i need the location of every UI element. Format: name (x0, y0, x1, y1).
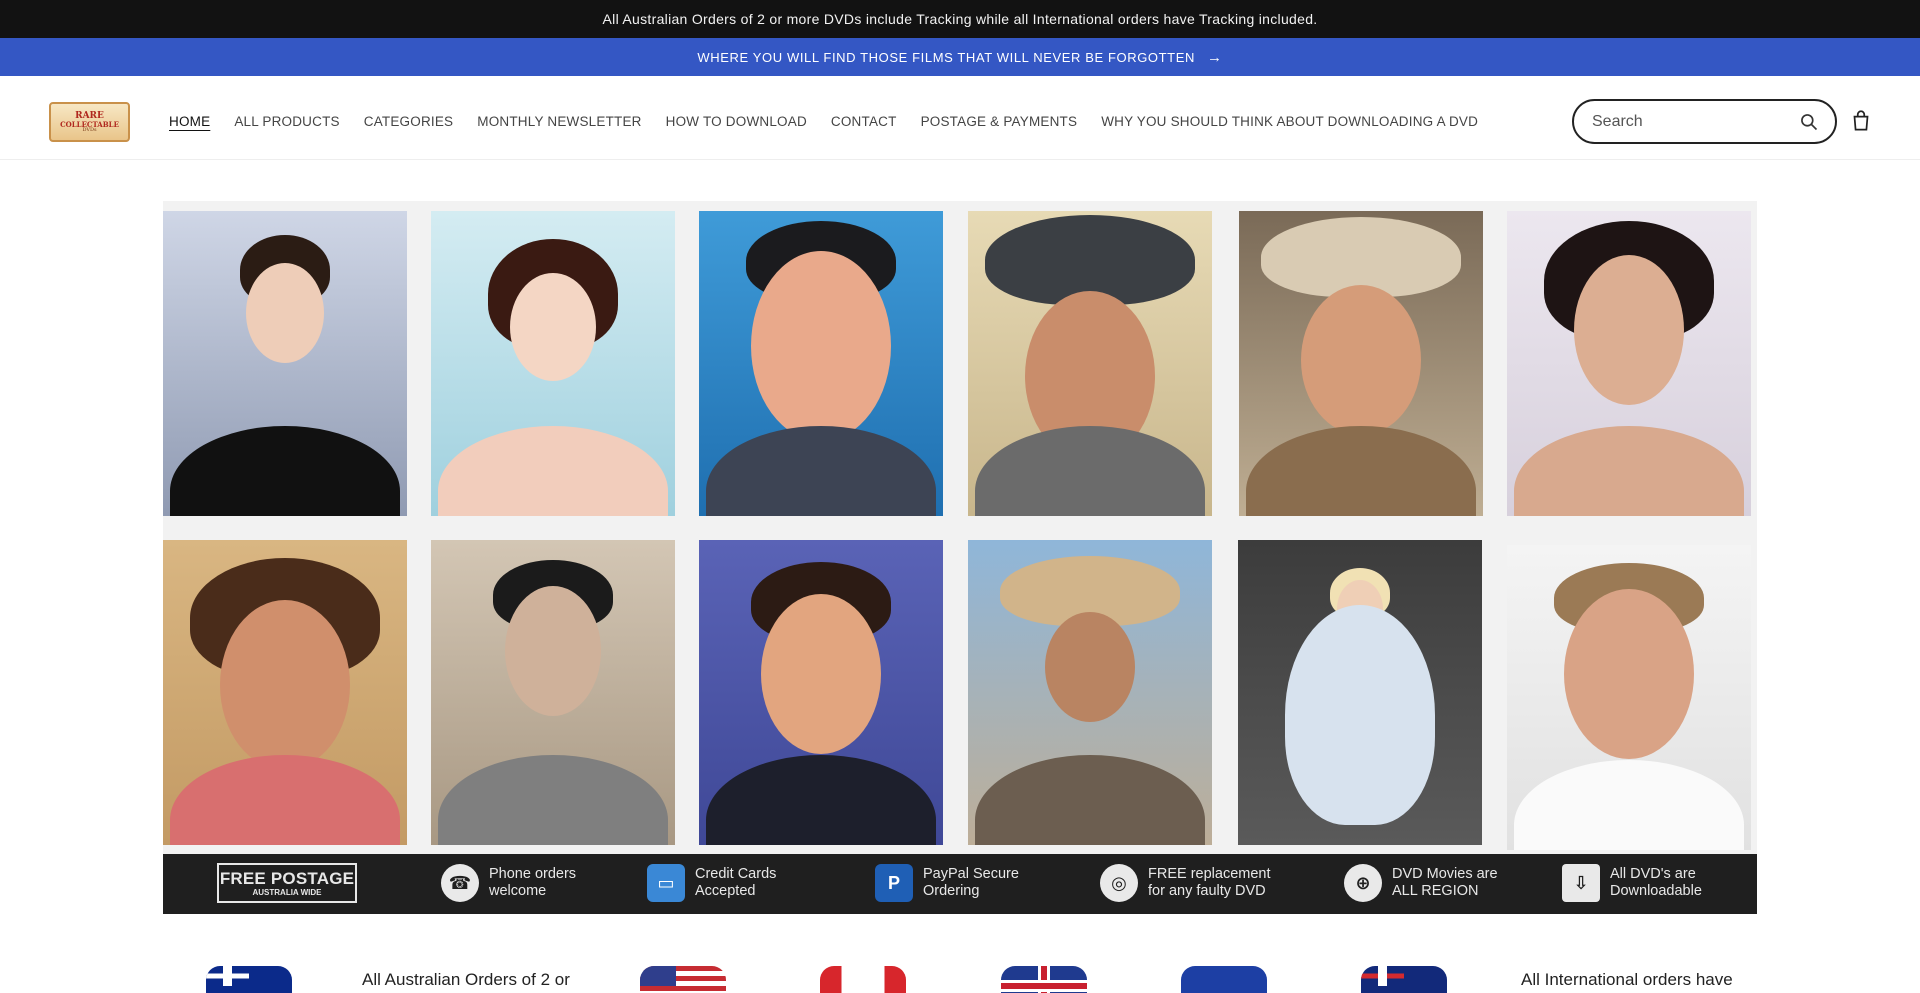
paypal-icon: P (875, 864, 913, 902)
usa-flag-icon (640, 966, 726, 993)
main-nav: HOME ALL PRODUCTS CATEGORIES MONTHLY NEW… (169, 114, 1478, 129)
canada-flag-icon (820, 966, 906, 993)
shipping-text-australia: All Australian Orders of 2 or (362, 970, 570, 989)
portrait-image[interactable] (1238, 540, 1482, 845)
feature-replacement: ◎ FREE replacement for any faulty DVD (1100, 864, 1271, 902)
portrait-image[interactable] (163, 211, 407, 516)
download-icon: ⇩ (1562, 864, 1600, 902)
features-banner: FREE POSTAGE AUSTRALIA WIDE ☎ Phone orde… (163, 854, 1757, 914)
new-zealand-flag-icon (1361, 966, 1447, 993)
eu-flag-icon (1181, 966, 1267, 993)
feature-credit-cards: ▭ Credit Cards Accepted (647, 864, 776, 902)
portrait-collage[interactable] (163, 201, 1757, 854)
feature-all-region: ⊕ DVD Movies are ALL REGION (1344, 864, 1498, 902)
feature-line: PayPal Secure (923, 866, 1019, 883)
disc-icon: ◎ (1100, 864, 1138, 902)
feature-phone: ☎ Phone orders welcome (441, 864, 576, 902)
portrait-image[interactable] (1239, 211, 1483, 516)
arrow-right-icon[interactable]: → (1207, 49, 1223, 66)
feature-downloadable: ⇩ All DVD's are Downloadable (1562, 864, 1702, 902)
promo-text[interactable]: WHERE YOU WILL FIND THOSE FILMS THAT WIL… (697, 50, 1195, 65)
free-postage-badge: FREE POSTAGE AUSTRALIA WIDE (217, 863, 357, 903)
credit-card-icon: ▭ (647, 864, 685, 902)
feature-line: Ordering (923, 883, 980, 899)
announcement-bar: All Australian Orders of 2 or more DVDs … (0, 0, 1920, 38)
uk-flag-icon (1001, 966, 1087, 993)
feature-line: Phone orders (489, 866, 577, 883)
feature-line: for any faulty DVD (1148, 883, 1266, 899)
feature-line: All DVD's are (1610, 866, 1696, 883)
feature-line: Downloadable (1610, 883, 1702, 899)
feature-line: FREE replacement (1148, 866, 1271, 883)
feature-line: welcome (489, 883, 547, 899)
portrait-image[interactable] (163, 540, 407, 845)
feature-line: DVD Movies are (1392, 866, 1498, 883)
nav-item-all-products[interactable]: ALL PRODUCTS (234, 114, 339, 129)
portrait-image[interactable] (1507, 211, 1751, 516)
portrait-image[interactable] (699, 211, 943, 516)
portrait-image[interactable] (1507, 545, 1751, 850)
feature-paypal: P PayPal Secure Ordering (875, 864, 1019, 902)
free-postage-title: FREE POSTAGE (219, 868, 355, 888)
announcement-text: All Australian Orders of 2 or more DVDs … (602, 11, 1318, 27)
portrait-image[interactable] (968, 211, 1212, 516)
feature-line: ALL REGION (1392, 883, 1479, 899)
nav-item-categories[interactable]: CATEGORIES (364, 114, 454, 129)
nav-item-why-download[interactable]: WHY YOU SHOULD THINK ABOUT DOWNLOADING A… (1101, 114, 1478, 129)
search-box[interactable] (1572, 99, 1837, 144)
site-logo[interactable]: RARE COLLECTABLE DVDs (49, 102, 130, 142)
logo-line-3: DVDs (82, 126, 97, 133)
portrait-image[interactable] (431, 540, 675, 845)
portrait-image[interactable] (699, 540, 943, 845)
portrait-image[interactable] (431, 211, 675, 516)
shipping-text-international: All International orders have (1521, 970, 1733, 989)
nav-item-postage-payments[interactable]: POSTAGE & PAYMENTS (921, 114, 1078, 129)
shipping-flags-strip: All Australian Orders of 2 or All Intern… (0, 960, 1920, 993)
feature-line: Credit Cards (695, 866, 777, 883)
nav-item-home[interactable]: HOME (169, 114, 210, 129)
australia-flag-icon (206, 966, 292, 993)
promo-bar[interactable]: WHERE YOU WILL FIND THOSE FILMS THAT WIL… (0, 38, 1920, 76)
site-header: RARE COLLECTABLE DVDs HOME ALL PRODUCTS … (0, 76, 1920, 160)
nav-item-monthly-newsletter[interactable]: MONTHLY NEWSLETTER (477, 114, 641, 129)
globe-icon: ⊕ (1344, 864, 1382, 902)
free-postage-sub: AUSTRALIA WIDE (252, 887, 322, 897)
cart-icon[interactable] (1848, 108, 1874, 134)
portrait-image[interactable] (968, 540, 1212, 845)
nav-item-how-to-download[interactable]: HOW TO DOWNLOAD (666, 114, 807, 129)
phone-icon: ☎ (441, 864, 479, 902)
nav-item-contact[interactable]: CONTACT (831, 114, 897, 129)
feature-line: Accepted (695, 883, 756, 899)
search-icon[interactable] (1799, 112, 1819, 132)
search-input[interactable] (1592, 112, 1799, 131)
